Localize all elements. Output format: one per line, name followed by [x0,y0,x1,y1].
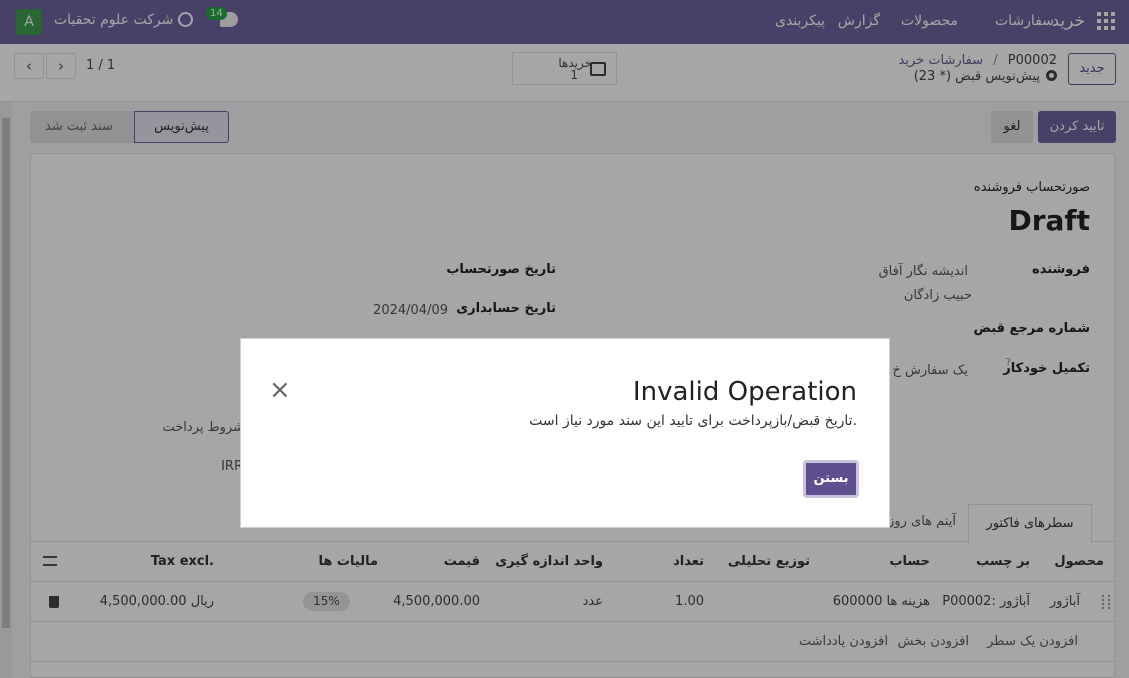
dialog-message: تاریخ قبض/بازپرداخت برای تایید این سند م… [529,413,857,429]
close-button[interactable]: بستن [803,460,859,498]
dialog-title: Invalid Operation [632,377,857,407]
error-dialog: Invalid Operation × تاریخ قبض/بازپرداخت … [240,338,890,528]
close-icon[interactable]: × [269,377,291,403]
